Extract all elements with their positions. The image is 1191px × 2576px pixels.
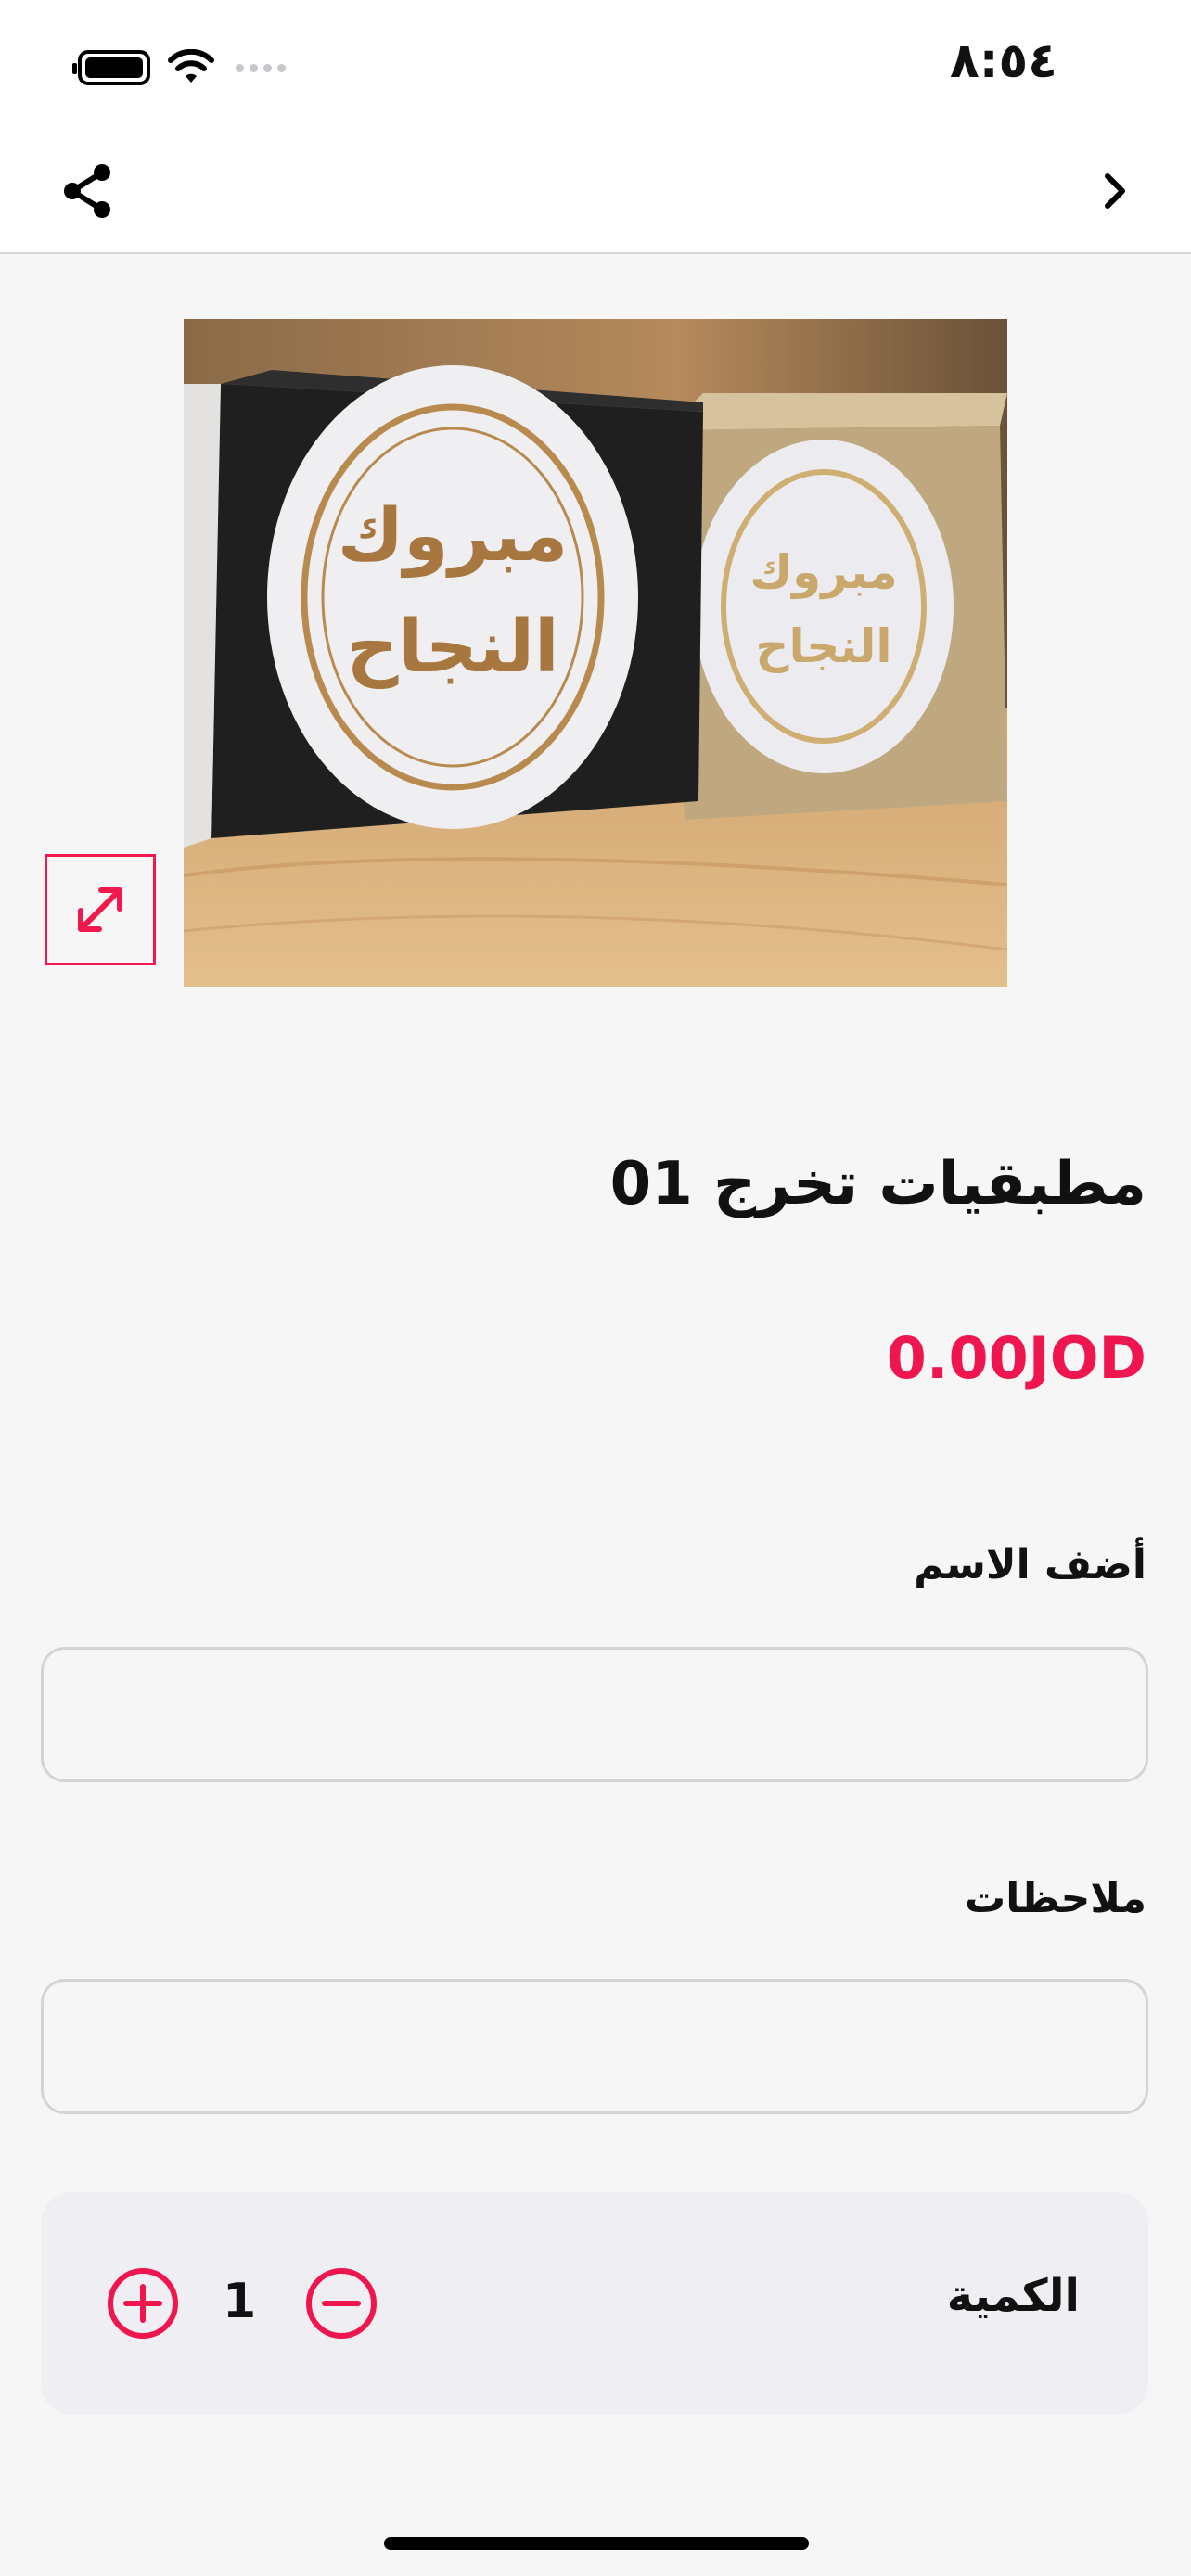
status-bar: ٨:٥٤ [0, 0, 1191, 130]
expand-image-button[interactable] [45, 854, 156, 965]
navigation-bar [0, 130, 1191, 254]
status-time: ٨:٥٤ [949, 33, 1057, 89]
cellular-signal-icon [236, 63, 286, 72]
product-title: مطبقيات تخرج 01 [609, 1150, 1146, 1218]
image-text-line-2: النجاح [346, 606, 559, 689]
plus-circle-icon[interactable] [106, 2266, 180, 2340]
image-text-line-2-secondary: النجاح [755, 619, 891, 673]
wifi-icon [168, 49, 214, 83]
image-text-line-1: مبروك [338, 494, 569, 578]
expand-icon [78, 887, 122, 932]
product-price: 0.00JOD [886, 1324, 1146, 1392]
name-field[interactable] [41, 1647, 1148, 1782]
quantity-value: 1 [223, 2274, 257, 2329]
battery-icon [72, 50, 150, 85]
product-image[interactable]: مبروك النجاح مبروك النجاح [184, 319, 1007, 987]
share-icon[interactable] [56, 158, 122, 224]
chevron-right-icon[interactable] [1085, 161, 1145, 221]
quantity-stepper: الكمية 1 [41, 2192, 1148, 2415]
notes-field[interactable] [41, 1979, 1148, 2114]
minus-circle-icon[interactable] [304, 2266, 378, 2340]
notes-field-label: ملاحظات [965, 1875, 1146, 1922]
status-indicators [72, 45, 286, 91]
name-field-label: أضف الاسم [914, 1541, 1146, 1588]
image-text-line-1-secondary: مبروك [749, 545, 897, 600]
home-indicator [384, 2537, 809, 2550]
quantity-label: الكمية [946, 2270, 1080, 2322]
product-detail-screen: ٨:٥٤ مبروك النجاح مبروك النجاح مطبقيات ت… [0, 0, 1191, 2576]
